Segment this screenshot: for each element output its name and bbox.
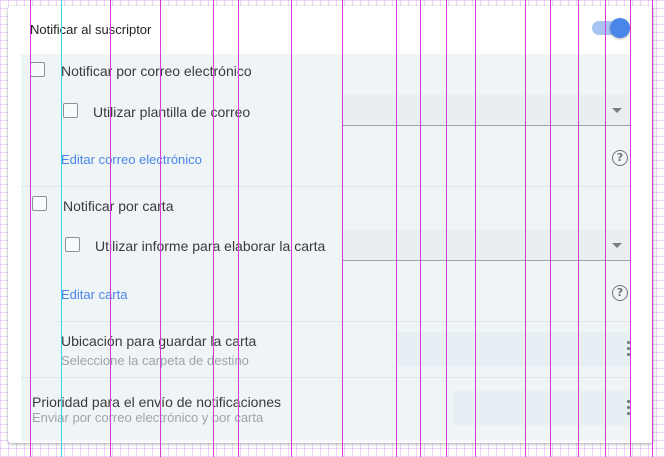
layout-guide-line: [213, 0, 214, 457]
edit-letter-link[interactable]: Editar carta: [61, 287, 127, 302]
notify-email-checkbox[interactable]: [30, 62, 45, 77]
notify-email-label: Notificar por correo electrónico: [61, 63, 252, 79]
priority-hint: Enviar por correo electrónico y por cart…: [32, 410, 264, 425]
layout-guide-line: [446, 0, 447, 457]
layout-guide-line: [475, 0, 476, 457]
save-location-hint: Seleccione la carpeta de destino: [61, 353, 249, 368]
layout-guide-line: [605, 0, 606, 457]
layout-guide-line: [238, 0, 239, 457]
edit-email-link[interactable]: Editar correo electrónico: [61, 152, 202, 167]
layout-guide-line: [110, 0, 111, 457]
layout-guide-line: [420, 0, 421, 457]
notify-letter-checkbox[interactable]: [32, 196, 47, 211]
section-title: Notificar al suscriptor: [30, 22, 152, 37]
help-icon[interactable]: ?: [612, 285, 628, 301]
layout-guide-line: [61, 0, 62, 457]
toggle-knob: [610, 18, 630, 38]
layout-guide-line: [342, 0, 343, 457]
save-location-field[interactable]: [396, 332, 631, 366]
notify-letter-label: Notificar por carta: [63, 198, 174, 214]
layout-guide-line: [525, 0, 526, 457]
section-divider: [21, 377, 631, 378]
layout-guide-line: [652, 0, 653, 457]
layout-guide-line: [30, 0, 31, 457]
save-location-label: Ubicación para guardar la carta: [61, 333, 257, 349]
use-email-template-label: Utilizar plantilla de correo: [93, 104, 251, 120]
layout-guide-line: [578, 0, 579, 457]
layout-guide-line: [630, 0, 631, 457]
use-report-checkbox[interactable]: [65, 237, 80, 252]
dropdown-caret-icon: [612, 243, 622, 248]
use-email-template-checkbox[interactable]: [63, 103, 78, 118]
layout-guide-line: [396, 0, 397, 457]
layout-guide-line: [550, 0, 551, 457]
layout-guide-line: [291, 0, 292, 457]
priority-label: Prioridad para el envío de notificacione…: [32, 394, 282, 410]
section-divider: [55, 321, 631, 322]
section-divider: [21, 186, 631, 187]
dropdown-caret-icon: [612, 108, 622, 113]
help-icon[interactable]: ?: [612, 150, 628, 166]
layout-guide-line: [160, 0, 161, 457]
letter-report-select[interactable]: [343, 230, 631, 261]
email-template-select[interactable]: [343, 95, 631, 126]
notify-subscriber-toggle[interactable]: [592, 18, 632, 38]
